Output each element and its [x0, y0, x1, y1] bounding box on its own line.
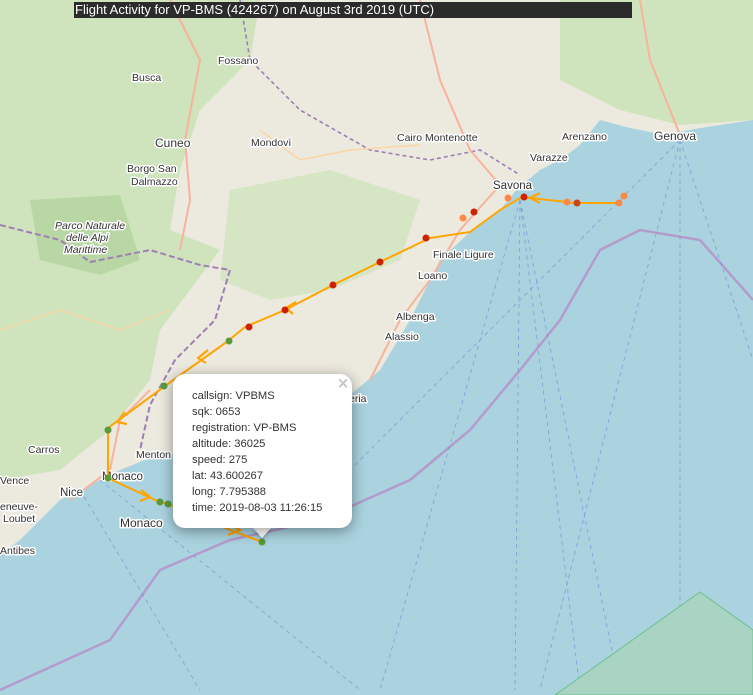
track-point[interactable] [520, 193, 528, 201]
popup-time: time: 2019-08-03 11:26:15 [192, 502, 323, 514]
track-point[interactable] [470, 208, 478, 216]
close-icon[interactable]: × [336, 376, 350, 391]
track-point[interactable] [104, 474, 112, 482]
label-villeneuve-1: eneuve- [0, 501, 38, 513]
popup-altitude: altitude: 36025 [192, 438, 266, 450]
track-point[interactable] [160, 382, 168, 390]
track-point[interactable] [104, 426, 112, 434]
page-title: Flight Activity for VP-BMS (424267) on A… [74, 2, 632, 18]
label-park-3: Marittime [64, 244, 107, 256]
popup-long: long: 7.795388 [192, 486, 267, 498]
popup-callsign: callsign: VPBMS [192, 390, 275, 402]
popup-sqk: sqk: 0653 [192, 406, 241, 418]
label-menton: Menton [136, 449, 171, 461]
popup-lat: lat: 43.600267 [192, 470, 263, 482]
track-point-selected[interactable] [258, 538, 266, 546]
track-point[interactable] [245, 323, 253, 331]
label-borgo-san-2: Dalmazzo [131, 176, 178, 188]
label-park-2: delle Alpi [66, 232, 109, 244]
label-fossano: Fossano [218, 55, 258, 67]
popup-registration: registration: VP-BMS [192, 422, 297, 434]
label-nice: Nice [60, 487, 83, 499]
track-point[interactable] [156, 498, 164, 506]
track-point[interactable] [281, 306, 289, 314]
track-point[interactable] [459, 214, 467, 222]
label-albenga: Albenga [396, 311, 435, 323]
label-villeneuve-2: Loubet [3, 513, 35, 525]
label-alassio: Alassio [385, 331, 419, 343]
flight-info-popup: callsign: VPBMS sqk: 0653 registration: … [173, 374, 352, 528]
label-busca: Busca [132, 72, 161, 84]
track-point[interactable] [164, 500, 172, 508]
label-finale-ligure: Finale Ligure [433, 249, 494, 261]
label-cuneo: Cuneo [155, 136, 191, 150]
map-canvas[interactable]: Fossano Busca Cuneo Mondovì Borgo San Da… [0, 0, 753, 695]
track-point[interactable] [376, 258, 384, 266]
track-point[interactable] [620, 192, 628, 200]
track-point[interactable] [329, 281, 337, 289]
label-vence: Vence [0, 475, 29, 487]
label-antibes: Antibes [0, 545, 35, 557]
label-carros: Carros [28, 444, 60, 456]
track-point[interactable] [422, 234, 430, 242]
track-point[interactable] [573, 199, 581, 207]
popup-speed: speed: 275 [192, 454, 248, 466]
track-point[interactable] [504, 194, 512, 202]
popup-tip [252, 527, 272, 538]
label-loano: Loano [418, 270, 447, 282]
label-genova: Genova [654, 129, 696, 143]
label-mondovi: Mondovì [251, 137, 291, 149]
label-monaco-country: Monaco [120, 516, 163, 530]
track-point[interactable] [563, 198, 571, 206]
label-varazze: Varazze [530, 152, 568, 164]
track-point[interactable] [615, 199, 623, 207]
label-cairo-montenotte: Cairo Montenotte [397, 132, 478, 144]
label-park-1: Parco Naturale [55, 220, 125, 232]
label-arenzano: Arenzano [562, 131, 607, 143]
track-point[interactable] [225, 337, 233, 345]
label-borgo-san-1: Borgo San [127, 163, 177, 175]
label-savona: Savona [493, 180, 533, 192]
